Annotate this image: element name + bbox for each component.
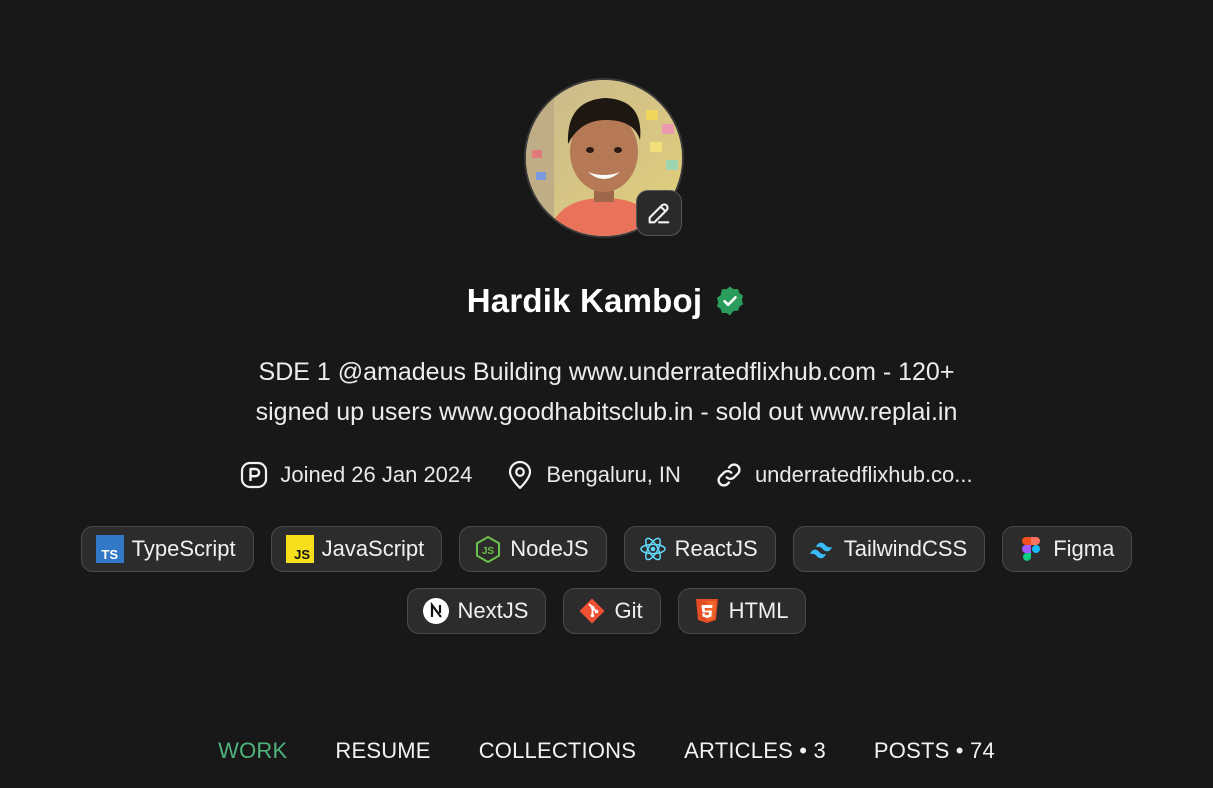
- typescript-icon: TS: [95, 535, 124, 563]
- joined-date: Joined 26 Jan 2024: [240, 461, 472, 489]
- skill-label: Figma: [1053, 536, 1115, 561]
- svg-text:TS: TS: [101, 547, 118, 562]
- nextjs-icon: [422, 597, 450, 625]
- website-link[interactable]: underratedflixhub.co...: [715, 461, 973, 489]
- git-icon: [578, 597, 606, 625]
- tab-collections[interactable]: COLLECTIONS: [479, 738, 636, 764]
- figma-icon: [1017, 535, 1045, 563]
- skill-label: JavaScript: [321, 536, 425, 561]
- profile-tabs: WORK RESUME COLLECTIONS ARTICLES • 3 POS…: [0, 738, 1213, 764]
- pencil-icon: [648, 203, 670, 224]
- tab-resume[interactable]: RESUME: [335, 738, 430, 764]
- svg-text:JS: JS: [294, 547, 310, 562]
- skill-label: TailwindCSS: [843, 536, 968, 561]
- skill-chip-git[interactable]: Git: [563, 588, 661, 634]
- skills-list: TS TypeScript JS JavaScript JS NodeJS Re…: [0, 526, 1213, 634]
- javascript-icon: JS: [285, 535, 314, 563]
- skill-label: NextJS: [457, 598, 529, 623]
- map-pin-icon: [509, 460, 532, 490]
- profile-meta-row: Joined 26 Jan 2024 Bengaluru, IN underra…: [0, 460, 1213, 490]
- profile-bio: SDE 1 @amadeus Building www.underratedfl…: [170, 352, 1043, 432]
- skill-chip-html[interactable]: HTML: [677, 588, 807, 634]
- link-icon: [717, 463, 741, 487]
- skill-chip-typescript[interactable]: TS TypeScript: [80, 526, 254, 572]
- skill-label: HTML: [728, 598, 789, 623]
- skill-chip-tailwindcss[interactable]: TailwindCSS: [792, 526, 986, 572]
- skill-label: NodeJS: [510, 536, 589, 561]
- location: Bengaluru, IN: [506, 460, 681, 490]
- skill-label: Git: [614, 598, 643, 623]
- skill-chip-javascript[interactable]: JS JavaScript: [270, 526, 443, 572]
- website-text[interactable]: underratedflixhub.co...: [755, 462, 973, 488]
- skill-chip-nodejs[interactable]: JS NodeJS: [459, 526, 607, 572]
- profile-name: Hardik Kamboj: [466, 282, 703, 319]
- html5-icon: [693, 597, 721, 625]
- verified-badge-icon: [717, 286, 744, 316]
- skill-label: TypeScript: [131, 536, 236, 561]
- bio-line-1: SDE 1 @amadeus Building www.underratedfl…: [258, 358, 955, 386]
- skill-chip-reactjs[interactable]: ReactJS: [623, 526, 776, 572]
- bio-line-2: signed up users www.goodhabitsclub.in - …: [255, 398, 958, 426]
- avatar-container: [524, 78, 684, 238]
- react-icon: [639, 535, 667, 563]
- location-text: Bengaluru, IN: [546, 462, 681, 487]
- profile-name-row: Hardik Kamboj: [0, 282, 1213, 320]
- edit-avatar-button[interactable]: [636, 190, 682, 236]
- tab-posts[interactable]: POSTS • 74: [874, 738, 995, 764]
- tab-articles[interactable]: ARTICLES • 3: [684, 738, 826, 764]
- nodejs-icon: JS: [474, 535, 502, 563]
- tailwind-icon: [808, 535, 836, 563]
- skill-chip-nextjs[interactable]: NextJS: [406, 588, 547, 634]
- peerlist-p-icon: [241, 461, 268, 489]
- tab-work[interactable]: WORK: [218, 738, 287, 764]
- skill-chip-figma[interactable]: Figma: [1002, 526, 1133, 572]
- svg-text:JS: JS: [482, 546, 495, 557]
- skill-label: ReactJS: [674, 536, 758, 561]
- joined-text: Joined 26 Jan 2024: [280, 462, 473, 487]
